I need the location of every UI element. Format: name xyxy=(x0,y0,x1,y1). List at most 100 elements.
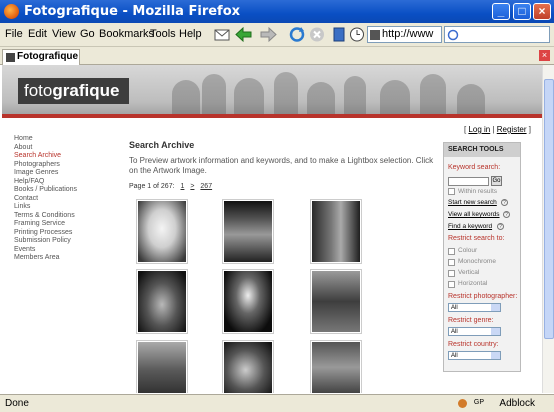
firefox-icon xyxy=(4,4,19,19)
restrict-search-label: Restrict search to: xyxy=(448,235,505,242)
within-results-label: Within results xyxy=(458,188,498,195)
info-icon[interactable]: ? xyxy=(501,199,508,206)
menu-go[interactable]: Go xyxy=(80,28,95,40)
minimize-button[interactable]: _ xyxy=(492,3,510,20)
title-bar: Fotografique - Mozilla Firefox _ □ × xyxy=(0,0,554,23)
nav-events[interactable]: Events xyxy=(14,246,77,255)
menu-edit[interactable]: Edit xyxy=(28,28,47,40)
page-first-link[interactable]: 1 xyxy=(181,183,185,190)
login-link[interactable]: Log in xyxy=(468,125,490,134)
site-favicon xyxy=(370,30,380,40)
within-results-checkbox[interactable] xyxy=(448,188,455,195)
nav-members[interactable]: Members Area xyxy=(14,254,77,263)
nav-help-faq[interactable]: Help/FAQ xyxy=(14,178,77,187)
monochrome-checkbox[interactable] xyxy=(448,259,455,266)
nav-framing[interactable]: Framing Service xyxy=(14,220,77,229)
artwork-thumbnail[interactable] xyxy=(310,269,362,334)
nav-links[interactable]: Links xyxy=(14,203,77,212)
nav-about[interactable]: About xyxy=(14,144,77,153)
browser-search-input[interactable] xyxy=(444,26,550,43)
artwork-thumbnail[interactable] xyxy=(136,199,188,264)
adblock-button[interactable]: Adblock xyxy=(499,398,535,409)
page-label: Page 1 of 267: xyxy=(129,183,175,190)
nav-submission[interactable]: Submission Policy xyxy=(14,237,77,246)
restrict-country-label: Restrict country: xyxy=(448,341,499,348)
colour-checkbox[interactable] xyxy=(448,248,455,255)
logo-suffix: grafique xyxy=(52,81,120,100)
keyword-search-input[interactable] xyxy=(448,177,489,186)
pagination: Page 1 of 267: 1 > 267 xyxy=(129,183,212,190)
horizontal-checkbox[interactable] xyxy=(448,281,455,288)
search-tools-panel: SEARCH TOOLS Keyword search: Go Within r… xyxy=(443,142,521,372)
artwork-thumbnail[interactable] xyxy=(222,340,274,393)
search-tools-header: SEARCH TOOLS xyxy=(444,143,520,157)
artwork-thumbnail[interactable] xyxy=(310,199,362,264)
menu-tools[interactable]: Tools xyxy=(150,28,176,40)
scrollbar-thumb[interactable] xyxy=(544,79,554,339)
bookmark-icon[interactable] xyxy=(329,25,349,44)
reload-icon[interactable] xyxy=(287,25,307,44)
close-button[interactable]: × xyxy=(533,3,551,20)
menu-bookmarks[interactable]: Bookmarks xyxy=(99,28,154,40)
info-icon[interactable]: ? xyxy=(497,223,504,230)
artwork-thumbnail[interactable] xyxy=(222,269,274,334)
artwork-thumbnail[interactable] xyxy=(222,199,274,264)
mail-icon[interactable] xyxy=(212,25,232,44)
tab-label: Fotografique xyxy=(17,51,79,62)
vertical-checkbox[interactable] xyxy=(448,270,455,277)
logo-prefix: foto xyxy=(24,81,53,100)
menu-help[interactable]: Help xyxy=(179,28,202,40)
history-clock-icon[interactable] xyxy=(347,25,367,44)
find-keyword-link[interactable]: Find a keyword xyxy=(448,223,492,230)
chevron-down-icon xyxy=(491,328,500,335)
monochrome-label: Monochrome xyxy=(458,258,496,265)
back-arrow-icon[interactable] xyxy=(234,25,254,44)
nav-search-archive[interactable]: Search Archive xyxy=(14,152,77,161)
main-content: Search Archive To Preview artwork inform… xyxy=(129,140,439,190)
tab-favicon xyxy=(6,53,15,62)
chevron-down-icon xyxy=(491,352,500,359)
address-bar[interactable]: http://www xyxy=(367,26,442,43)
go-button[interactable]: Go xyxy=(491,176,502,186)
chevron-down-icon xyxy=(491,304,500,311)
stop-icon[interactable] xyxy=(307,25,327,44)
tab-bar: Fotografique × xyxy=(0,47,554,65)
artwork-thumbnail[interactable] xyxy=(136,340,188,393)
genre-select[interactable]: All xyxy=(448,327,501,336)
nav-contact[interactable]: Contact xyxy=(14,195,77,204)
start-new-search-link[interactable]: Start new search xyxy=(448,199,497,206)
page-next-link[interactable]: > xyxy=(190,183,194,190)
menu-file[interactable]: File xyxy=(5,28,23,40)
page-last-link[interactable]: 267 xyxy=(200,183,212,190)
status-text: Done xyxy=(5,398,29,409)
menu-view[interactable]: View xyxy=(52,28,76,40)
intro-text: To Preview artwork information and keywo… xyxy=(129,156,434,175)
vertical-label: Vertical xyxy=(458,269,480,276)
info-icon[interactable]: ? xyxy=(503,211,510,218)
nav-image-genres[interactable]: Image Genres xyxy=(14,169,77,178)
nav-printing[interactable]: Printing Processes xyxy=(14,229,77,238)
page-title: Search Archive xyxy=(129,140,195,150)
window-title: Fotografique - Mozilla Firefox xyxy=(24,4,241,19)
artwork-thumbnail[interactable] xyxy=(136,269,188,334)
tab-fotografique[interactable]: Fotografique xyxy=(2,49,80,65)
close-tab-icon[interactable]: × xyxy=(539,50,550,61)
site-logo[interactable]: fotografique xyxy=(18,78,129,104)
nav-terms[interactable]: Terms & Conditions xyxy=(14,212,77,221)
status-bar: Done GP Adblock xyxy=(0,394,554,412)
search-engine-icon xyxy=(447,29,459,41)
artwork-thumbnail[interactable] xyxy=(310,340,362,393)
view-all-keywords-link[interactable]: View all keywords xyxy=(448,211,500,218)
register-link[interactable]: Register xyxy=(497,125,527,134)
nav-photographers[interactable]: Photographers xyxy=(14,161,77,170)
forward-arrow-icon[interactable] xyxy=(258,25,278,44)
account-links: [ Log in | Register ] xyxy=(463,125,531,134)
photographer-select[interactable]: All xyxy=(448,303,501,312)
nav-home[interactable]: Home xyxy=(14,135,77,144)
site-header: fotografique xyxy=(2,65,542,118)
country-select[interactable]: All xyxy=(448,351,501,360)
nav-books[interactable]: Books / Publications xyxy=(14,186,77,195)
vertical-scrollbar[interactable] xyxy=(542,65,554,393)
maximize-button[interactable]: □ xyxy=(513,3,531,20)
address-text: http://www xyxy=(382,28,434,40)
